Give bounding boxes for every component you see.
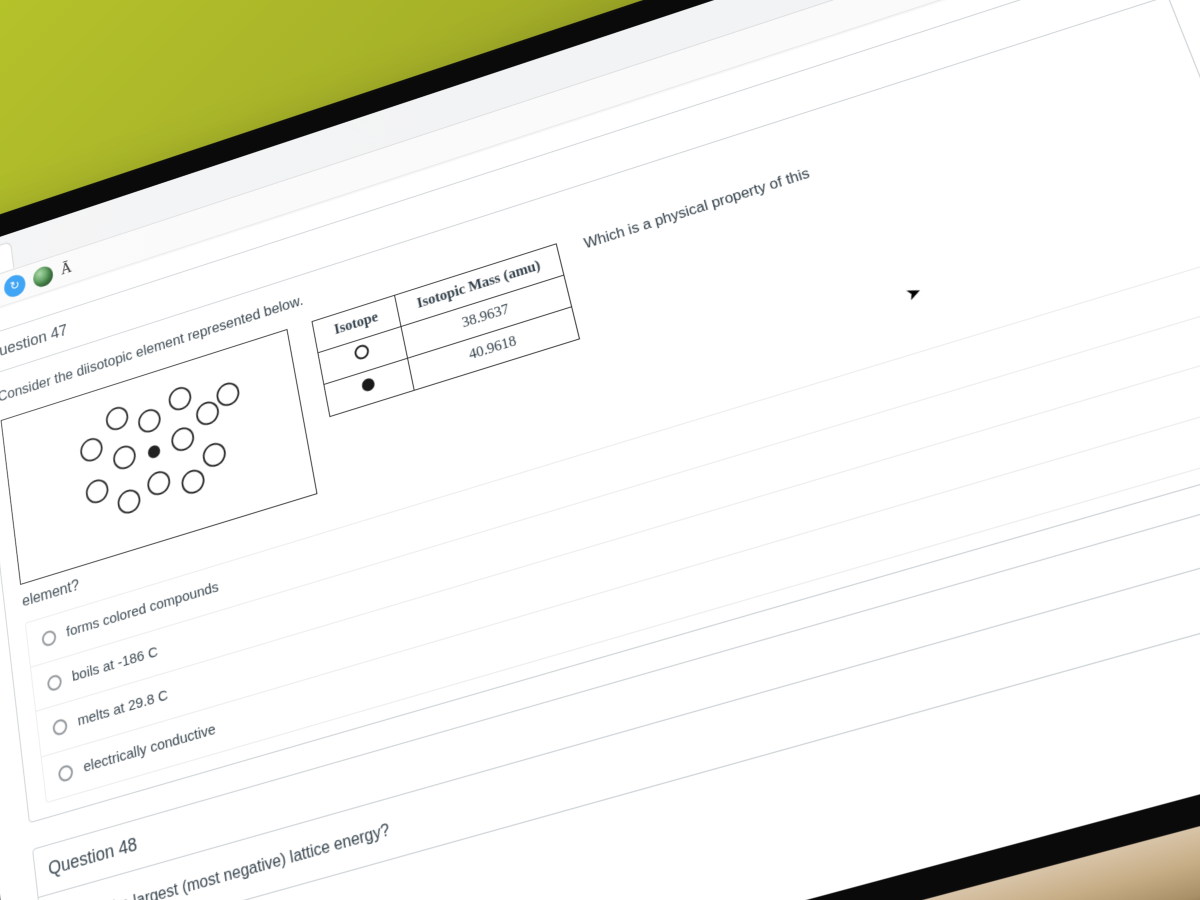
question-48-title: Question 48 — [47, 831, 139, 883]
quiz-content: Question 47 Consider the diisotopic elem… — [0, 0, 1200, 900]
radio-icon — [47, 673, 63, 692]
question-47-card: Question 47 Consider the diisotopic elem… — [0, 0, 1200, 823]
nav-reload-button[interactable]: ↻ — [3, 272, 27, 300]
isotope-table: Isotope Isotopic Mass (amu) 38.9637 — [311, 243, 580, 417]
globe-icon — [32, 264, 54, 289]
atomic-diagram — [1, 329, 318, 585]
radio-icon — [41, 629, 57, 648]
radio-icon — [58, 763, 74, 783]
radio-icon — [52, 718, 68, 737]
omnibox-text: Ā — [60, 259, 73, 279]
